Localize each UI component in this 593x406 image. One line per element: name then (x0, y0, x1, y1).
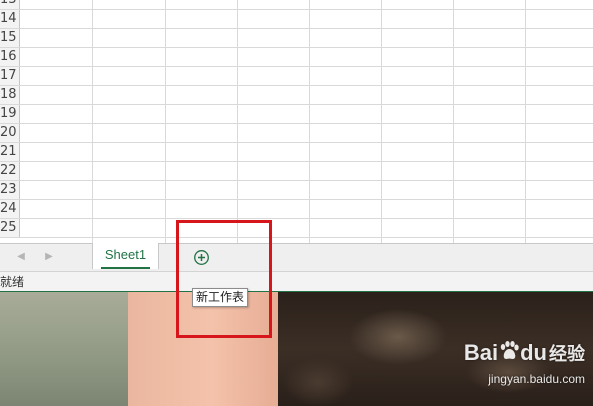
active-tab-underline (101, 267, 150, 269)
paw-icon (500, 341, 519, 359)
grid-row[interactable]: 22 (0, 162, 593, 181)
status-bar: 就绪 (0, 271, 593, 292)
grid-row[interactable]: 24 (0, 200, 593, 219)
watermark-brand-part-a: Bai (463, 340, 499, 365)
grid-row[interactable]: 25 (0, 219, 593, 238)
grid-row[interactable]: 14 (0, 10, 593, 29)
photo-region-wall (0, 292, 128, 406)
worksheet-grid[interactable]: 13 14 15 16 17 18 19 20 21 22 23 (0, 0, 593, 243)
row-header[interactable]: 17 (0, 67, 20, 85)
grid-row[interactable]: 13 (0, 0, 593, 10)
sheet-tab-bar: ◀ ▶ Sheet1 (0, 243, 593, 271)
row-header[interactable]: 15 (0, 29, 20, 47)
next-sheet-arrow-icon[interactable]: ▶ (42, 249, 56, 265)
grid-row[interactable]: 23 (0, 181, 593, 200)
row-header[interactable]: 13 (0, 0, 20, 9)
watermark-url: jingyan.baidu.com (488, 372, 585, 386)
row-header[interactable]: 20 (0, 124, 20, 142)
grid-row[interactable]: 15 (0, 29, 593, 48)
grid-row[interactable]: 21 (0, 143, 593, 162)
grid-row[interactable]: 16 (0, 48, 593, 67)
highlight-box (176, 220, 272, 338)
grid-row[interactable]: 20 (0, 124, 593, 143)
grid-row[interactable]: 19 (0, 105, 593, 124)
row-header[interactable]: 23 (0, 181, 20, 199)
screenshot-root: 13 14 15 16 17 18 19 20 21 22 23 (0, 0, 593, 406)
row-header[interactable]: 18 (0, 86, 20, 104)
sheet-tab-sheet1[interactable]: Sheet1 (92, 243, 159, 269)
row-header[interactable]: 19 (0, 105, 20, 123)
row-header[interactable]: 24 (0, 200, 20, 218)
row-header[interactable]: 22 (0, 162, 20, 180)
sheet-tab-label: Sheet1 (104, 247, 147, 262)
row-header[interactable]: 21 (0, 143, 20, 161)
watermark-brand-part-b: du (520, 340, 547, 365)
row-header[interactable]: 16 (0, 48, 20, 66)
grid-row[interactable]: 17 (0, 67, 593, 86)
row-header[interactable]: 25 (0, 219, 20, 237)
watermark-logo: Bai du 经验 (464, 340, 585, 366)
prev-sheet-arrow-icon[interactable]: ◀ (14, 249, 28, 265)
row-header[interactable]: 14 (0, 10, 20, 28)
watermark-brand-suffix: 经验 (549, 344, 585, 364)
grid-row[interactable]: 18 (0, 86, 593, 105)
status-text: 就绪 (0, 275, 25, 289)
baidu-jingyan-watermark: Bai du 经验 jingyan.baidu.com (435, 340, 585, 398)
